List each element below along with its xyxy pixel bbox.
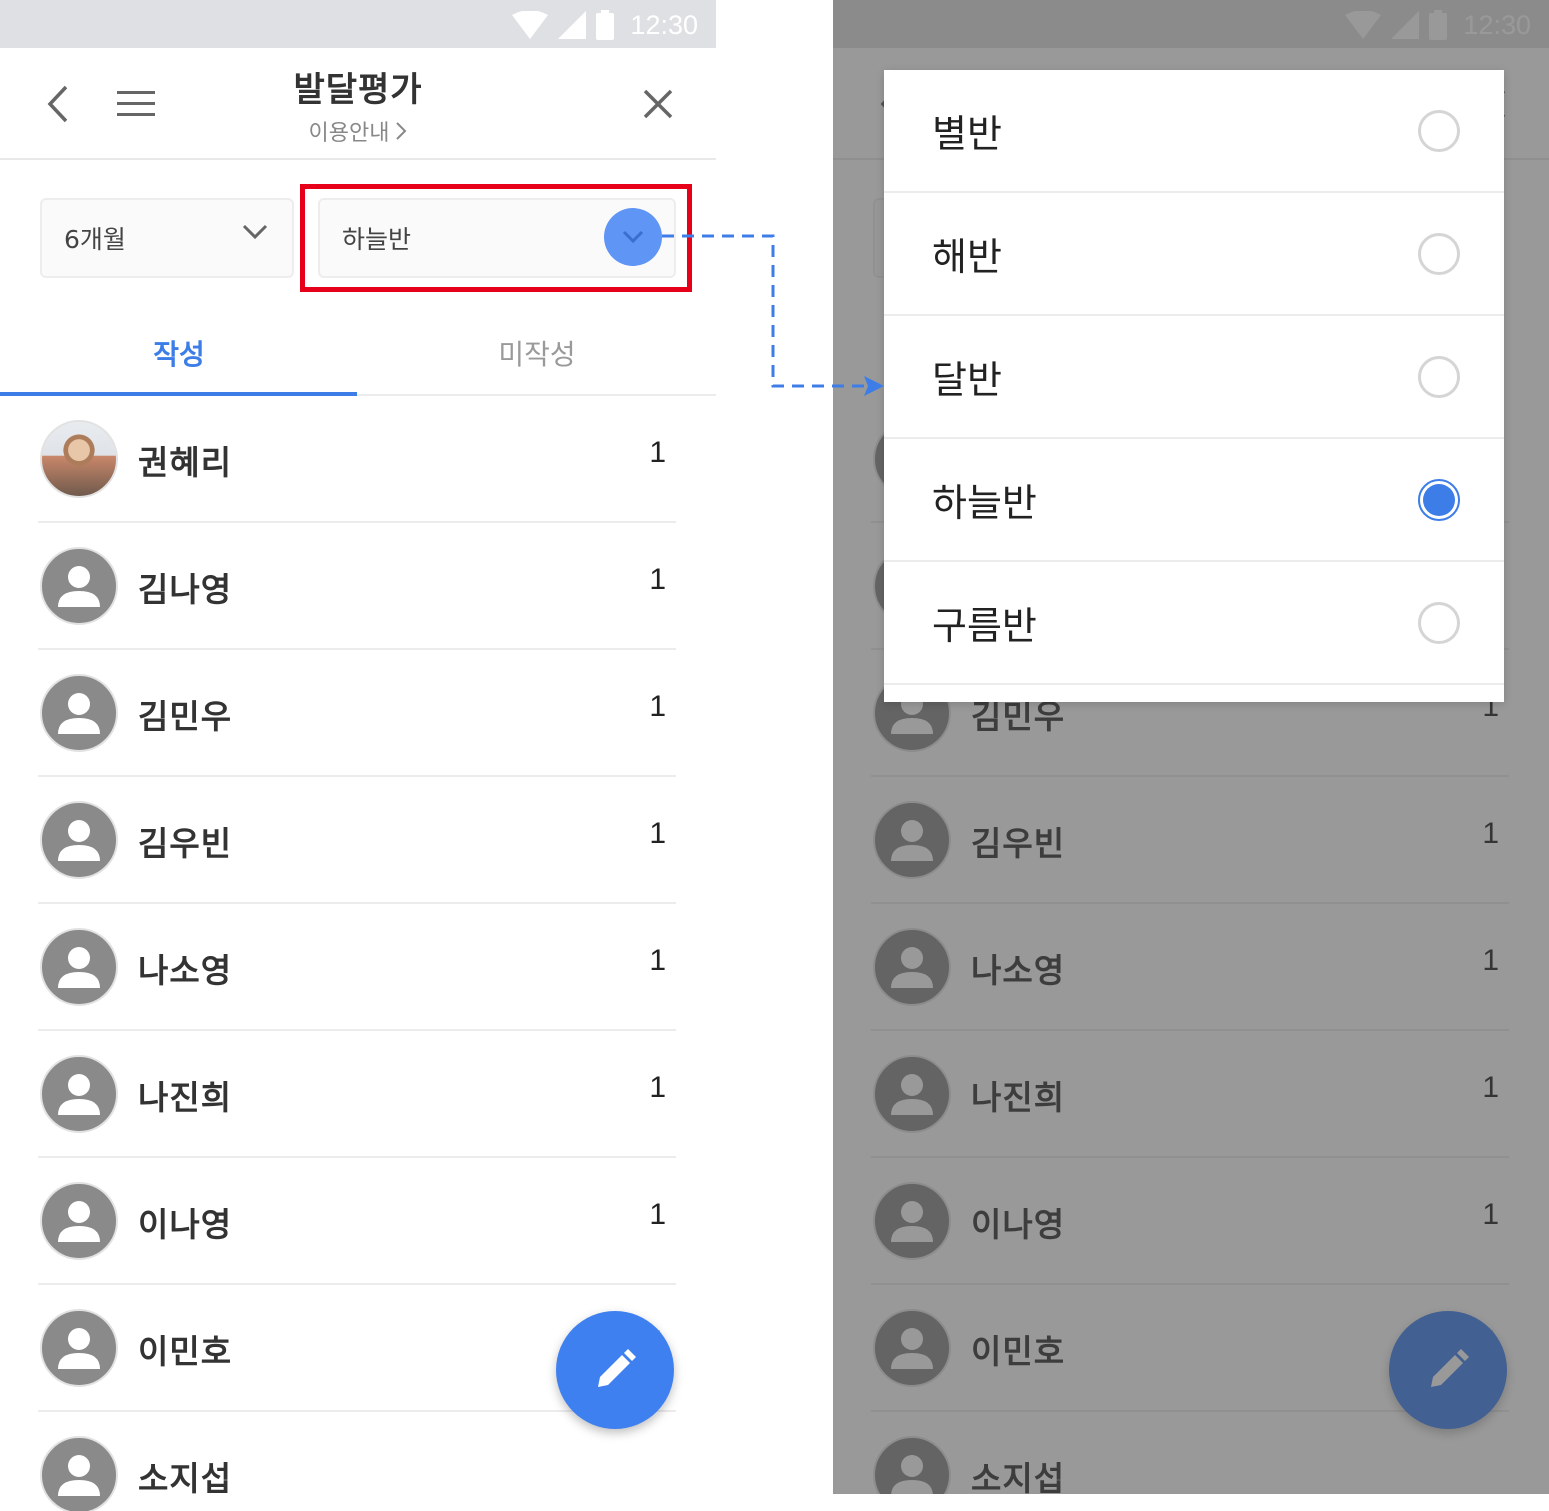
- chevron-right-icon: [396, 122, 407, 140]
- period-select[interactable]: 6개월: [40, 198, 294, 278]
- phone-screen-list: 12:30 발달평가 이용안내 6개월 하늘반 작성 미작성 권혜리 1 김나영…: [0, 0, 716, 1511]
- list-item[interactable]: 나진희 1: [0, 1031, 716, 1158]
- student-count: 1: [649, 690, 666, 723]
- class-option[interactable]: 해반: [884, 193, 1504, 316]
- tab-bar: 작성 미작성: [0, 310, 716, 396]
- class-option[interactable]: 별반: [884, 70, 1504, 193]
- avatar: [40, 547, 118, 625]
- chevron-down-icon: [242, 224, 268, 240]
- class-option-list: 별반 해반 달반 하늘반 구름반: [884, 70, 1504, 702]
- avatar: [40, 1055, 118, 1133]
- person-icon: [58, 1455, 100, 1496]
- status-bar: 12:30: [0, 0, 716, 48]
- help-link-label: 이용안내: [308, 121, 390, 146]
- radio-button-selected[interactable]: [1418, 479, 1460, 521]
- annotation-highlight: [300, 184, 692, 292]
- list-item[interactable]: 나소영 1: [0, 904, 716, 1031]
- class-option-label: 별반: [932, 112, 1002, 156]
- phone-screen-dropdown: 12:30 김민우 1 김우빈 1 나소영 1: [833, 0, 1549, 1494]
- avatar-photo: [40, 420, 118, 498]
- list-item[interactable]: 김민우 1: [0, 650, 716, 777]
- list-item[interactable]: 김우빈 1: [0, 777, 716, 904]
- student-name: 이민호: [138, 1332, 233, 1371]
- radio-dot: [1423, 484, 1455, 516]
- student-name: 권혜리: [138, 443, 233, 482]
- student-count: 1: [649, 817, 666, 850]
- student-count: 1: [649, 944, 666, 977]
- avatar: [40, 1182, 118, 1260]
- person-icon: [58, 1201, 100, 1242]
- class-option-label: 구름반: [932, 604, 1037, 648]
- write-fab-button[interactable]: [556, 1311, 674, 1429]
- list-item[interactable]: 김나영 1: [0, 523, 716, 650]
- wifi-icon: [512, 11, 549, 39]
- class-option[interactable]: 구름반: [884, 562, 1504, 685]
- student-count: 1: [649, 563, 666, 596]
- class-option-label: 하늘반: [932, 481, 1037, 525]
- filter-bar: 6개월 하늘반: [0, 160, 716, 310]
- avatar: [40, 801, 118, 879]
- student-name: 이나영: [138, 1205, 233, 1244]
- tab-written[interactable]: 작성: [0, 310, 358, 396]
- pencil-icon: [598, 1349, 636, 1387]
- person-icon: [58, 693, 100, 734]
- person-icon: [58, 1074, 100, 1115]
- person-icon: [58, 1328, 100, 1369]
- list-item[interactable]: 권혜리 1: [0, 396, 716, 523]
- student-name: 나소영: [138, 951, 233, 990]
- list-item[interactable]: 이나영 1: [0, 1158, 716, 1285]
- app-bar: 발달평가 이용안내: [0, 48, 716, 160]
- class-option[interactable]: 달반: [884, 316, 1504, 439]
- person-icon: [58, 566, 100, 607]
- student-name: 김민우: [138, 697, 233, 736]
- student-name: 소지섭: [138, 1459, 233, 1498]
- avatar: [40, 674, 118, 752]
- student-count: 1: [649, 1198, 666, 1231]
- period-select-value: 6개월: [64, 225, 126, 254]
- status-time: 12:30: [630, 9, 698, 40]
- radio-button[interactable]: [1418, 233, 1460, 275]
- close-button[interactable]: [634, 80, 682, 128]
- avatar: [40, 928, 118, 1006]
- student-name: 김나영: [138, 570, 233, 609]
- avatar: [40, 1309, 118, 1387]
- class-option-label: 달반: [932, 358, 1002, 402]
- person-icon: [58, 947, 100, 988]
- avatar: [40, 1436, 118, 1511]
- close-icon: [643, 89, 673, 119]
- tab-not-written[interactable]: 미작성: [358, 310, 716, 396]
- radio-button[interactable]: [1418, 602, 1460, 644]
- radio-button[interactable]: [1418, 110, 1460, 152]
- student-name: 김우빈: [138, 824, 233, 863]
- signal-icon: [558, 11, 587, 39]
- class-option-label: 해반: [932, 235, 1002, 279]
- person-icon: [58, 820, 100, 861]
- student-name: 나진희: [138, 1078, 233, 1117]
- class-option-selected[interactable]: 하늘반: [884, 439, 1504, 562]
- page-title: 발달평가: [293, 70, 423, 110]
- battery-icon: [596, 10, 615, 40]
- help-link[interactable]: 이용안내: [309, 115, 408, 147]
- radio-button[interactable]: [1418, 356, 1460, 398]
- student-count: 1: [649, 436, 666, 469]
- student-count: 1: [649, 1071, 666, 1104]
